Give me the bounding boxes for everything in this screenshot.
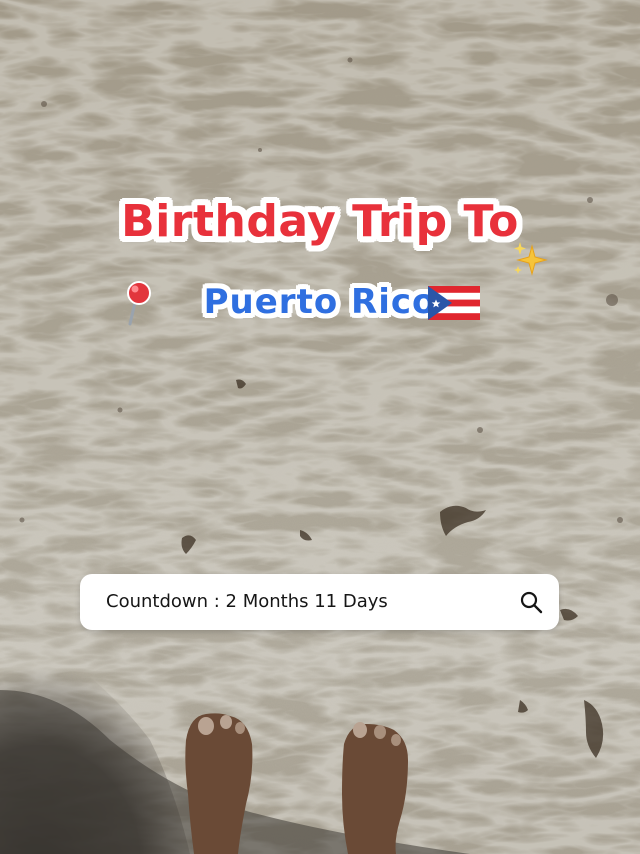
beach-photo <box>0 0 640 854</box>
search-icon[interactable] <box>519 590 543 614</box>
water-sand-background <box>0 0 640 854</box>
puerto-rico-flag-icon <box>428 286 480 320</box>
countdown-text: Countdown : 2 Months 11 Days <box>106 591 388 612</box>
sparkles-icon <box>510 240 550 280</box>
countdown-search-bar[interactable]: Countdown : 2 Months 11 Days <box>80 574 559 630</box>
title-puerto-rico: Puerto Rico <box>203 282 437 322</box>
